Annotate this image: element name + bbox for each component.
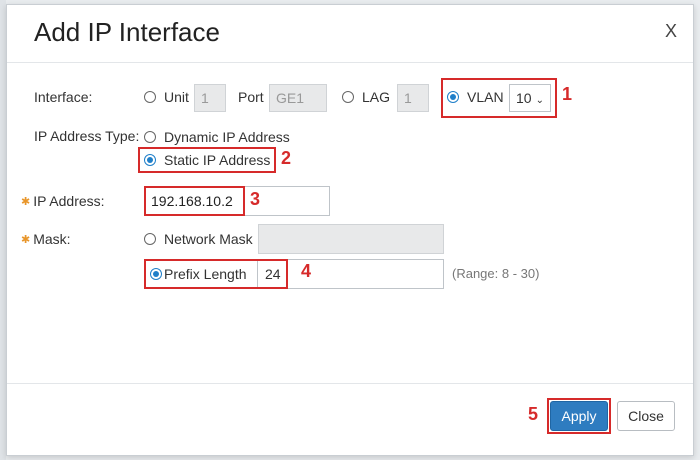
apply-button[interactable]: Apply xyxy=(550,401,608,431)
interface-label: Interface: xyxy=(34,89,93,105)
port-label: Port xyxy=(238,89,264,105)
mask-label-text: Mask: xyxy=(33,231,71,247)
annotation-4: 4 xyxy=(301,261,312,281)
unit-field: 1 xyxy=(194,84,226,112)
network-mask-field xyxy=(258,224,444,254)
prefix-length-divider xyxy=(257,261,258,287)
required-icon: ✱ xyxy=(21,196,31,208)
lag-label: LAG xyxy=(362,89,391,105)
annotation-3: 3 xyxy=(250,189,261,209)
ip-type-label: IP Address Type: xyxy=(34,128,140,144)
lag-field: 1 xyxy=(397,84,429,112)
static-ip-radio[interactable] xyxy=(144,154,156,166)
prefix-length-input[interactable]: 24 xyxy=(265,266,281,282)
mask-label: ✱ Mask: xyxy=(21,231,71,247)
dynamic-ip-radio[interactable] xyxy=(144,131,156,143)
prefix-length-radio[interactable] xyxy=(150,268,162,280)
close-icon[interactable]: X xyxy=(665,21,677,42)
network-mask-radio[interactable] xyxy=(144,233,156,245)
ip-address-label-text: IP Address: xyxy=(33,193,105,209)
range-hint: (Range: 8 - 30) xyxy=(452,266,540,281)
ip-address-label: ✱ IP Address: xyxy=(21,193,105,209)
dialog-title: Add IP Interface xyxy=(34,17,220,47)
vlan-radio[interactable] xyxy=(447,91,459,103)
prefix-length-label: Prefix Length xyxy=(164,266,247,282)
chevron-down-icon: ⌄ xyxy=(535,95,544,106)
network-mask-label: Network Mask xyxy=(164,231,253,247)
footer-divider xyxy=(7,383,693,384)
annotation-2: 2 xyxy=(281,148,292,168)
vlan-select[interactable]: 10 ⌄ xyxy=(509,84,551,112)
ip-address-highlight-box xyxy=(144,186,245,216)
add-ip-interface-dialog: Add IP Interface X Interface: Unit 1 Por… xyxy=(6,4,694,456)
vlan-select-value: 10 xyxy=(516,90,532,106)
annotation-1: 1 xyxy=(562,84,573,104)
static-ip-label: Static IP Address xyxy=(164,152,271,168)
lag-radio[interactable] xyxy=(342,91,354,103)
dynamic-ip-label: Dynamic IP Address xyxy=(164,129,290,145)
required-icon: ✱ xyxy=(21,234,31,246)
annotation-5: 5 xyxy=(528,404,539,424)
port-field: GE1 xyxy=(269,84,327,112)
unit-label: Unit xyxy=(164,89,189,105)
vlan-label: VLAN xyxy=(467,89,504,105)
close-button[interactable]: Close xyxy=(617,401,675,431)
unit-radio[interactable] xyxy=(144,91,156,103)
header-divider xyxy=(7,62,693,63)
